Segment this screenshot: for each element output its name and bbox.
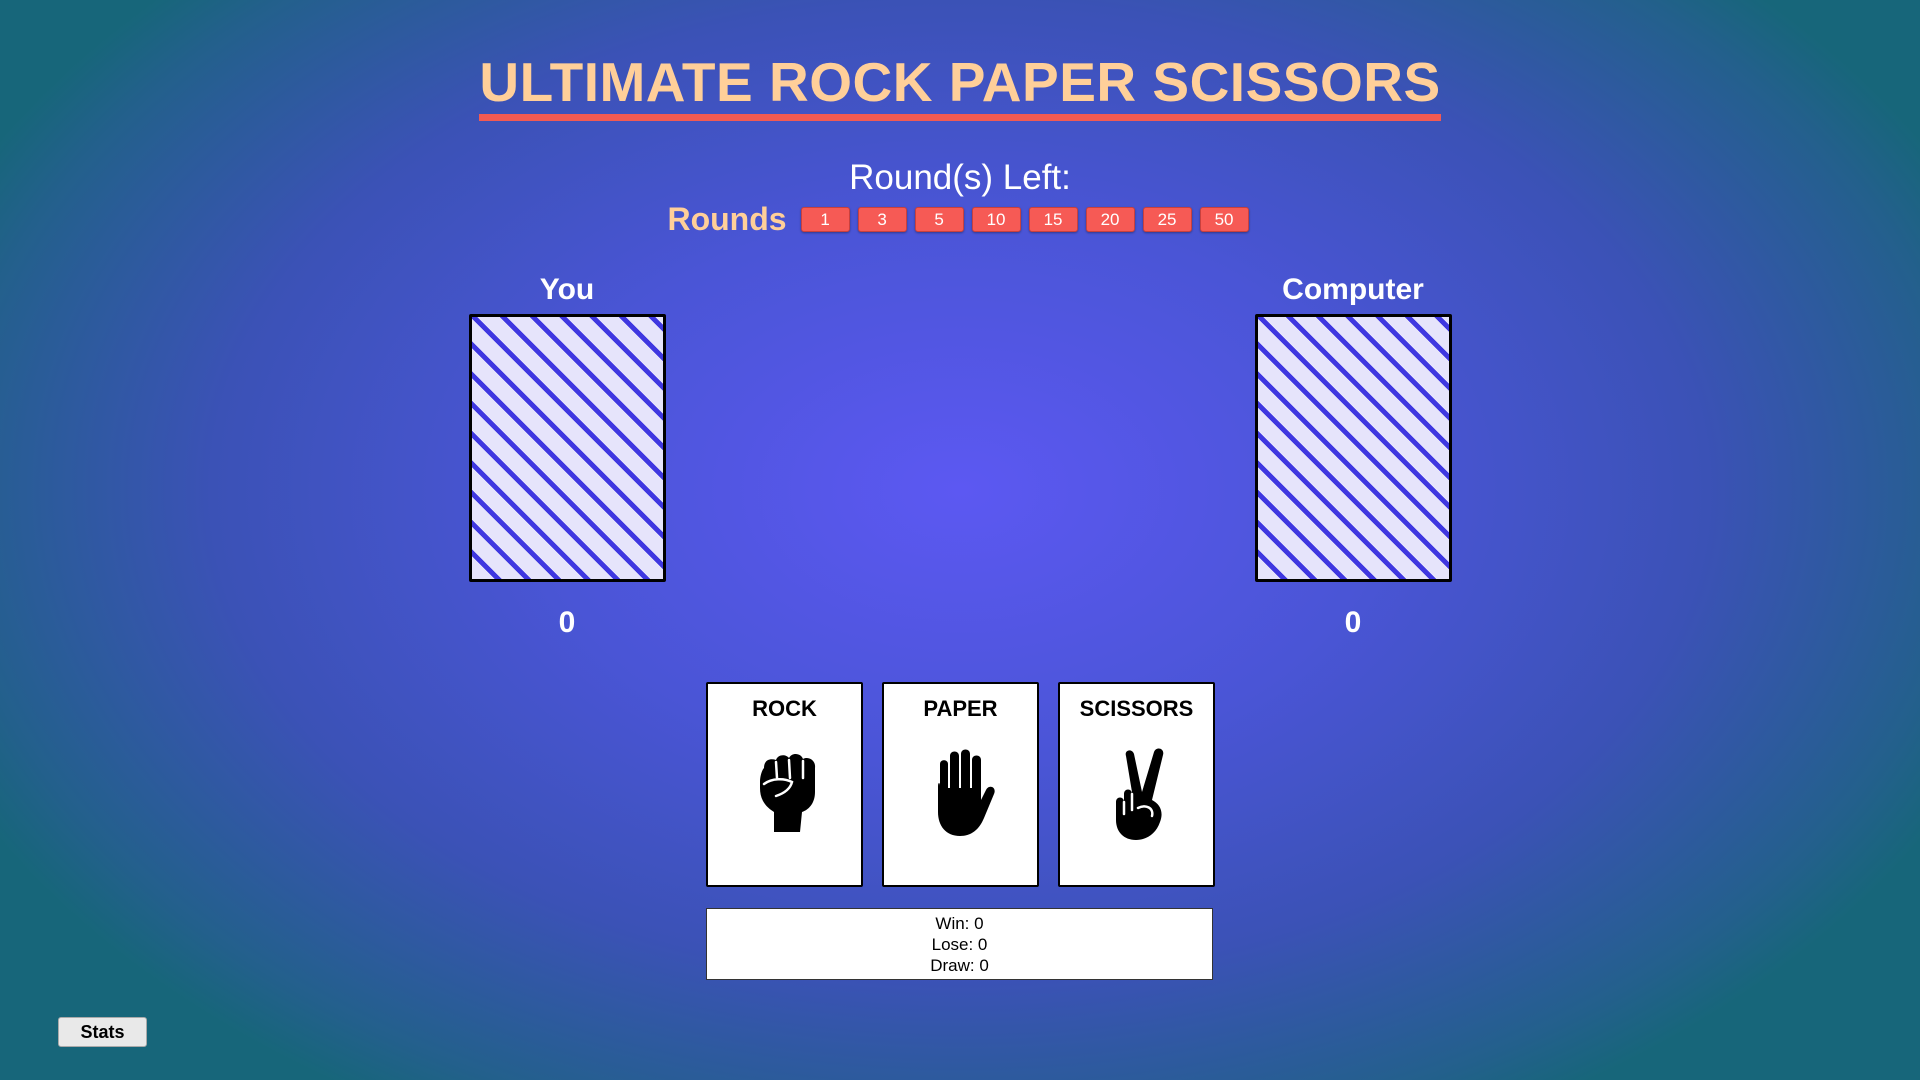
round-option-25[interactable]: 25 <box>1142 207 1192 232</box>
paper-card[interactable]: PAPER <box>882 682 1039 887</box>
paper-label: PAPER <box>923 696 998 721</box>
scissors-card[interactable]: SCISSORS <box>1058 682 1215 887</box>
player-card <box>468 314 666 582</box>
computer-panel: Computer 0 <box>1253 270 1453 640</box>
rounds-left-label: Round(s) Left: <box>849 158 1071 197</box>
round-option-15[interactable]: 15 <box>1028 207 1078 232</box>
round-option-5[interactable]: 5 <box>914 207 964 232</box>
win-count: Win: 0 <box>935 914 984 933</box>
rock-card[interactable]: ROCK <box>706 682 863 887</box>
rock-label: ROCK <box>752 696 817 721</box>
rounds-selector: Rounds 1 3 5 10 15 20 25 50 <box>0 201 1920 238</box>
draw-count: Draw: 0 <box>930 956 989 975</box>
round-option-20[interactable]: 20 <box>1085 207 1135 232</box>
computer-card <box>1254 314 1452 582</box>
peace-hand-icon <box>1115 748 1163 840</box>
lose-count: Lose: 0 <box>931 935 988 954</box>
rounds-label: Rounds <box>667 201 787 237</box>
round-option-10[interactable]: 10 <box>971 207 1021 232</box>
computer-score: 0 <box>1344 606 1362 639</box>
player-name: You <box>539 273 595 306</box>
player-score: 0 <box>558 606 576 639</box>
stats-summary: Win: 0 Lose: 0 Draw: 0 <box>706 908 1213 980</box>
round-option-1[interactable]: 1 <box>800 207 850 232</box>
game-title: ULTIMATE ROCK PAPER SCISSORS <box>479 52 1441 121</box>
round-option-3[interactable]: 3 <box>857 207 907 232</box>
choice-cards: ROCK PAPER SCISSORS <box>706 682 1215 887</box>
player-panel: You 0 <box>467 270 667 640</box>
open-hand-icon <box>937 749 995 836</box>
computer-name: Computer <box>1282 273 1424 306</box>
fist-icon <box>759 753 815 832</box>
stats-button[interactable]: Stats <box>58 1017 147 1047</box>
scissors-label: SCISSORS <box>1079 696 1194 721</box>
game-title-wrapper: ULTIMATE ROCK PAPER SCISSORS <box>0 52 1920 121</box>
round-option-50[interactable]: 50 <box>1199 207 1249 232</box>
